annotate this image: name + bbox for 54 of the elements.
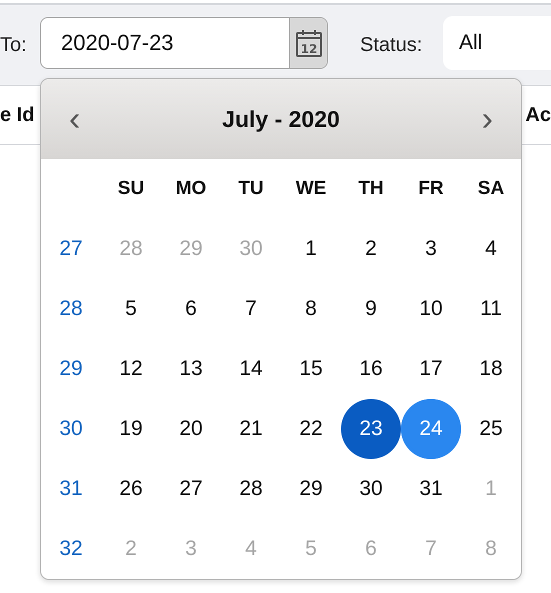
day-cell[interactable]: 8: [281, 279, 341, 339]
column-header: e Id: [0, 104, 34, 126]
day-cell[interactable]: 2: [341, 219, 401, 279]
day-cell[interactable]: 29: [281, 459, 341, 519]
day-cell[interactable]: 31: [401, 459, 461, 519]
weekday-label: FR: [418, 178, 444, 200]
day-cell[interactable]: 15: [281, 339, 341, 399]
day-cell[interactable]: 3: [401, 219, 461, 279]
day-cell[interactable]: 4: [461, 219, 521, 279]
day-cell[interactable]: 12: [101, 339, 161, 399]
day-cell[interactable]: 13: [161, 339, 221, 399]
weekday-label: MO: [176, 178, 206, 200]
next-month-button[interactable]: ›: [476, 102, 499, 136]
day-cell[interactable]: 25: [461, 399, 521, 459]
weekday-label: TU: [238, 178, 264, 200]
column-header: Ac: [525, 104, 551, 126]
month-title: July - 2020: [222, 106, 340, 132]
status-label: Status:: [360, 34, 424, 56]
week-number: 27: [59, 237, 83, 261]
day-cell[interactable]: 18: [461, 339, 521, 399]
to-label: To:: [0, 34, 28, 56]
day-cell[interactable]: 27: [161, 459, 221, 519]
day-cell[interactable]: 22: [281, 399, 341, 459]
day-cell[interactable]: 14: [221, 339, 281, 399]
day-cell[interactable]: 1: [281, 219, 341, 279]
day-cell[interactable]: 7: [221, 279, 281, 339]
day-cell[interactable]: 5: [101, 279, 161, 339]
day-cell[interactable]: 9: [341, 279, 401, 339]
day-cell[interactable]: 10: [401, 279, 461, 339]
weekday-label: SA: [478, 178, 504, 200]
status-select[interactable]: All: [443, 16, 551, 70]
date-field[interactable]: 2020-07-23 12: [40, 17, 328, 69]
day-cell[interactable]: 24: [401, 399, 461, 459]
day-cell[interactable]: 23: [341, 399, 401, 459]
day-cell[interactable]: 21: [221, 399, 281, 459]
day-cell[interactable]: 26: [101, 459, 161, 519]
week-number: 30: [59, 417, 83, 441]
weekday-label: TH: [358, 178, 384, 200]
day-cell[interactable]: 28: [221, 459, 281, 519]
week-number: 28: [59, 297, 83, 321]
day-cell[interactable]: 6: [161, 279, 221, 339]
day-cell[interactable]: 17: [401, 339, 461, 399]
day-cell[interactable]: 11: [461, 279, 521, 339]
weekday-label: SU: [118, 178, 144, 200]
week-number: 29: [59, 357, 83, 381]
week-number: 31: [59, 477, 83, 501]
day-cell[interactable]: 20: [161, 399, 221, 459]
weekday-label: WE: [296, 178, 326, 200]
previous-month-button[interactable]: ‹: [63, 102, 86, 136]
day-cell[interactable]: 16: [341, 339, 401, 399]
week-number: 32: [59, 537, 83, 561]
day-cell[interactable]: 19: [101, 399, 161, 459]
day-cell[interactable]: 30: [341, 459, 401, 519]
calendar-button[interactable]: 12: [289, 18, 327, 68]
